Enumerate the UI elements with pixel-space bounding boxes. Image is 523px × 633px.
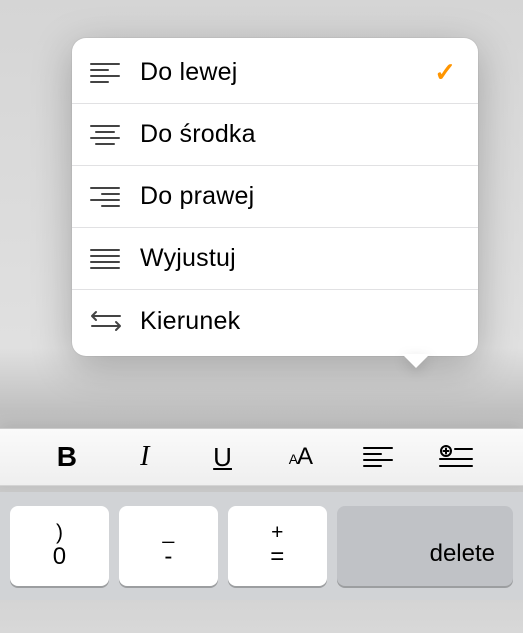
- menu-item-direction[interactable]: Kierunek: [72, 290, 478, 352]
- direction-arrows-icon: [90, 309, 140, 333]
- key-upper: _: [163, 521, 175, 544]
- key-minus[interactable]: _ -: [119, 506, 218, 586]
- text-size-button[interactable]: AA: [272, 435, 328, 479]
- menu-item-label: Do lewej: [140, 58, 434, 87]
- menu-item-justify[interactable]: Wyjustuj: [72, 228, 478, 290]
- align-left-icon: [363, 446, 393, 468]
- bold-button[interactable]: B: [39, 435, 95, 479]
- underline-button[interactable]: U: [195, 435, 251, 479]
- keyboard-row: ) 0 _ - + = delete: [0, 492, 523, 600]
- key-lower: -: [164, 544, 172, 570]
- menu-item-label: Do prawej: [140, 182, 456, 211]
- alignment-popover: Do lewej ✓ Do środka Do prawej Wyjustuj …: [72, 38, 478, 356]
- key-lower: 0: [53, 544, 66, 570]
- key-upper: +: [271, 521, 283, 544]
- align-justify-icon: [90, 248, 140, 270]
- delete-label: delete: [430, 540, 495, 568]
- key-delete[interactable]: delete: [337, 506, 513, 586]
- key-0[interactable]: ) 0: [10, 506, 109, 586]
- align-center-icon: [90, 124, 140, 146]
- align-left-icon: [90, 62, 140, 84]
- menu-item-align-center[interactable]: Do środka: [72, 104, 478, 166]
- menu-item-label: Wyjustuj: [140, 244, 456, 273]
- menu-item-label: Do środka: [140, 120, 456, 149]
- insert-button[interactable]: [428, 435, 484, 479]
- italic-button[interactable]: I: [117, 435, 173, 479]
- plus-lines-icon: [439, 445, 473, 469]
- menu-item-align-right[interactable]: Do prawej: [72, 166, 478, 228]
- menu-item-align-left[interactable]: Do lewej ✓: [72, 42, 478, 104]
- key-lower: =: [270, 544, 284, 570]
- key-equals[interactable]: + =: [228, 506, 327, 586]
- text-size-icon: AA: [289, 443, 312, 471]
- key-upper: ): [56, 521, 63, 544]
- menu-item-label: Kierunek: [140, 307, 456, 336]
- check-icon: ✓: [434, 57, 456, 88]
- align-right-icon: [90, 186, 140, 208]
- alignment-button[interactable]: [350, 435, 406, 479]
- formatting-toolbar: B I U AA: [0, 428, 523, 486]
